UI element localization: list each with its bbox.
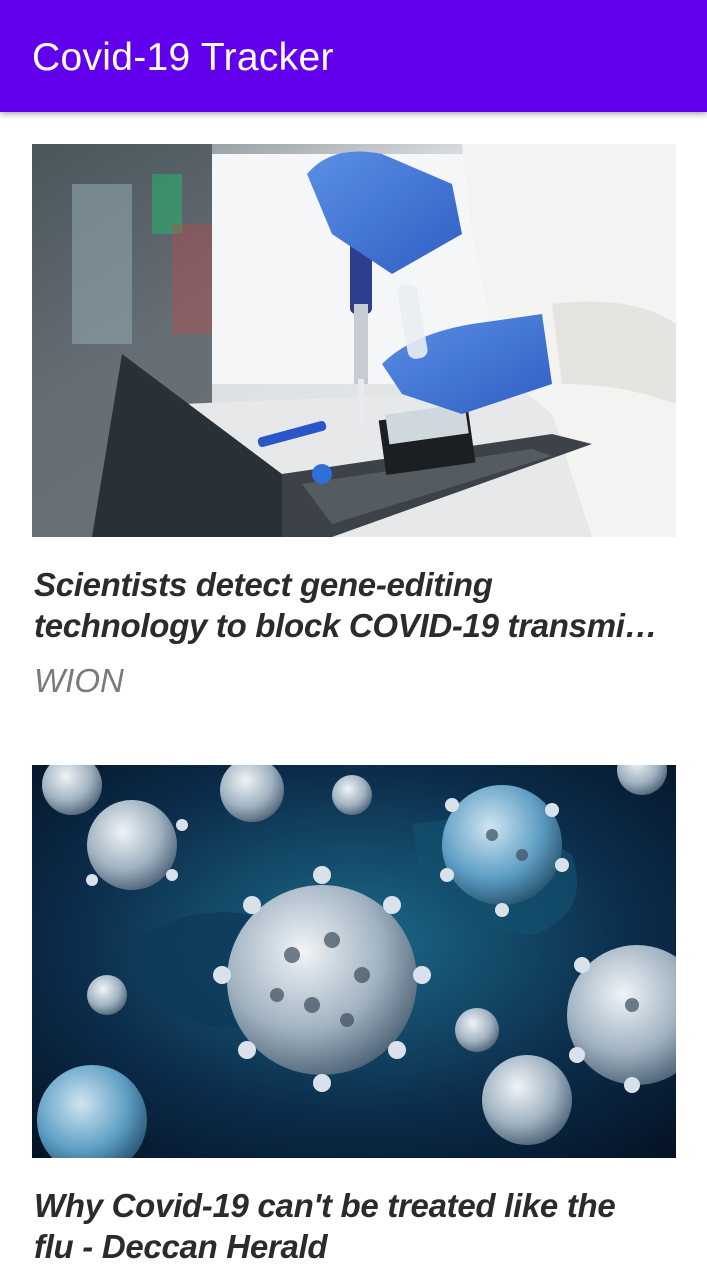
news-headline-line[interactable]: Scientists detect gene-editing [34,564,674,605]
news-card[interactable]: Why Covid-19 can't be treated like the f… [32,765,676,1280]
news-headline-line[interactable]: technology to block COVID-19 transmi… [34,605,674,646]
news-headline-line[interactable]: Why Covid-19 can't be treated like the [34,1185,674,1226]
news-headline-line[interactable]: flu - Deccan Herald [34,1226,674,1267]
news-image-lab[interactable] [32,144,676,537]
app-title: Covid-19 Tracker [32,36,334,79]
news-card[interactable]: Scientists detect gene-editing technolog… [32,144,676,704]
news-image-virus[interactable] [32,765,676,1158]
news-source: WION [34,662,124,699]
news-feed[interactable]: Scientists detect gene-editing technolog… [0,112,707,1280]
app-bar: Covid-19 Tracker [0,0,707,112]
